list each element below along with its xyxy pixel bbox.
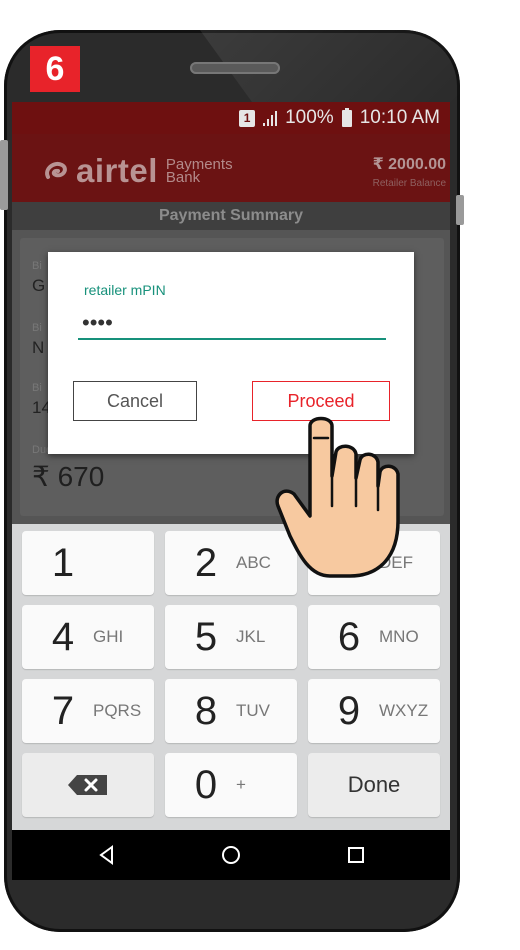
key-letters: JKL [236, 627, 266, 646]
summary-row-label: Bi [32, 260, 42, 272]
key-0[interactable]: 0 + [165, 753, 297, 817]
app-bar: airtel Payments Bank ₹ 2000.00 Retailer … [12, 134, 450, 202]
key-5[interactable]: 5 JKL [165, 605, 297, 669]
summary-row-value: N [32, 338, 45, 357]
mpin-field-label: retailer mPIN [84, 282, 166, 298]
mpin-input[interactable]: •••• [82, 310, 113, 336]
step-badge: 6 [30, 46, 80, 92]
phone-side-button [0, 140, 8, 210]
key-digit: 1 [51, 540, 75, 585]
airtel-logo-icon [45, 162, 67, 179]
key-letters: PQRS [93, 701, 142, 720]
clock: 10:10 AM [359, 107, 440, 128]
summary-row-label: Bi [32, 382, 42, 394]
balance-amount: ₹ 2000.00 [372, 156, 446, 173]
key-letters: GHI [93, 627, 124, 646]
summary-row-value: G [32, 276, 46, 295]
cancel-button[interactable]: Cancel [73, 381, 197, 421]
phone-speaker [190, 62, 280, 74]
signal-icon [263, 110, 278, 126]
key-digit: 0 [194, 762, 218, 807]
status-bar: 1 100% 10:10 AM [12, 102, 450, 134]
key-digit: 7 [51, 688, 75, 733]
done-label: Done [347, 772, 401, 797]
backspace-icon [68, 775, 107, 795]
key-1[interactable]: 1 [22, 531, 154, 595]
sim-icon: 1 [239, 109, 256, 127]
page-title: Payment Summary [12, 202, 450, 230]
amount-value: ₹ 670 [32, 461, 105, 492]
key-letters: + [236, 775, 246, 794]
battery-icon [341, 107, 352, 127]
navigation-bar [12, 830, 450, 880]
key-digit: 8 [194, 688, 218, 733]
pointing-hand-icon [275, 416, 400, 578]
back-nav-icon[interactable] [96, 844, 118, 866]
phone-side-button [456, 195, 464, 225]
key-9[interactable]: 9 WXYZ [308, 679, 440, 743]
recents-nav-icon[interactable] [345, 844, 367, 866]
key-digit: 2 [194, 540, 218, 585]
key-digit: 4 [51, 614, 75, 659]
key-digit: 6 [337, 614, 361, 659]
key-6[interactable]: 6 MNO [308, 605, 440, 669]
brand-name: airtel [76, 152, 158, 189]
backspace-key[interactable] [22, 753, 154, 817]
key-digit: 9 [337, 688, 361, 733]
done-key[interactable]: Done [308, 753, 440, 817]
retailer-balance: ₹ 2000.00 Retailer Balance [373, 154, 446, 189]
key-4[interactable]: 4 GHI [22, 605, 154, 669]
summary-row-label: Bi [32, 322, 42, 334]
key-letters: MNO [379, 627, 419, 646]
battery-percent: 100% [285, 107, 334, 128]
key-letters: TUV [236, 701, 270, 720]
key-digit: 5 [194, 614, 218, 659]
mpin-input-underline [78, 338, 386, 340]
home-nav-icon[interactable] [220, 844, 242, 866]
brand-subtitle: Payments Bank [166, 157, 233, 185]
airtel-logo: airtel Payments Bank [42, 152, 233, 190]
key-7[interactable]: 7 PQRS [22, 679, 154, 743]
balance-label: Retailer Balance [372, 178, 446, 189]
key-8[interactable]: 8 TUV [165, 679, 297, 743]
key-letters: WXYZ [379, 701, 429, 720]
